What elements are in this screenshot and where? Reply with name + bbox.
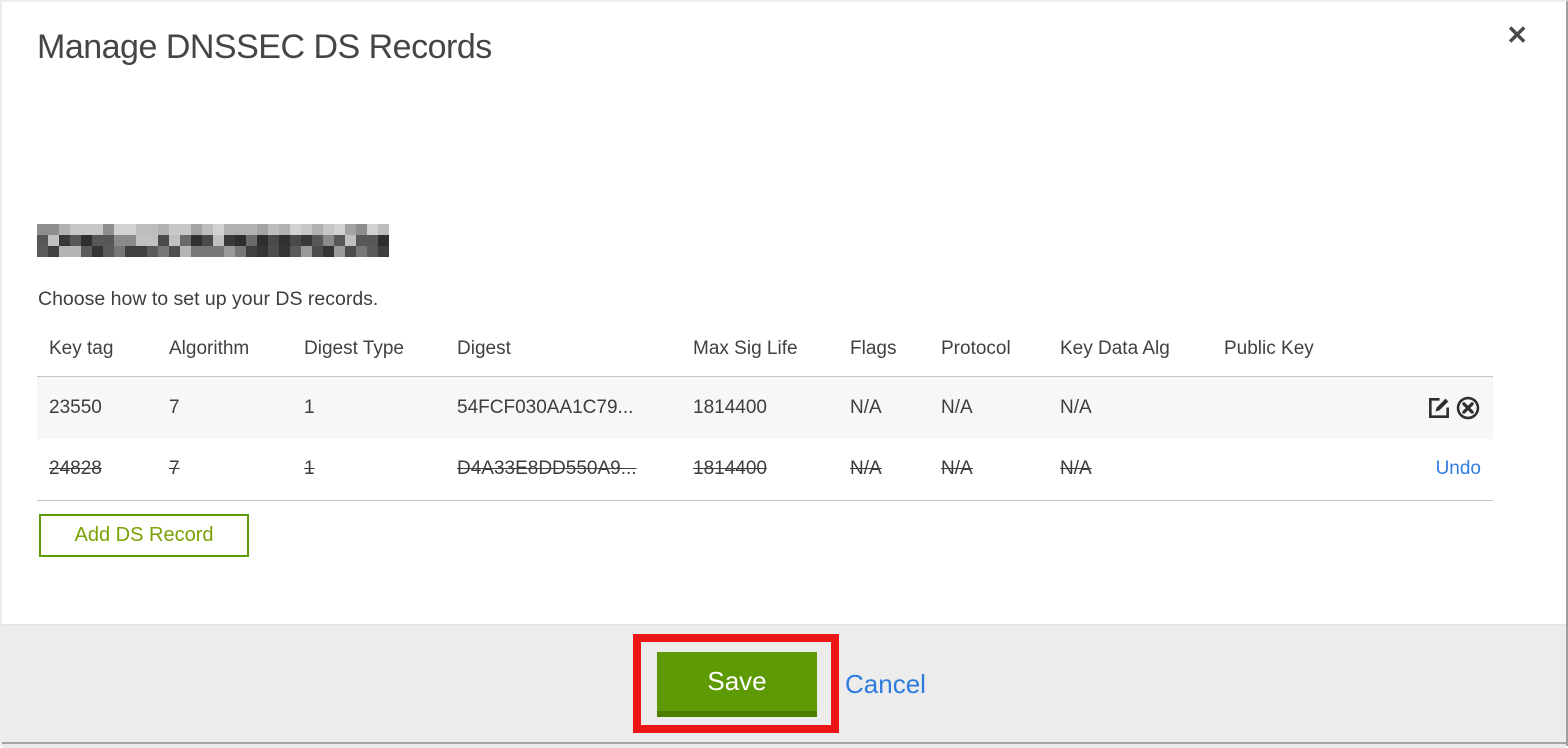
column-header: Digest bbox=[457, 338, 511, 359]
edit-icon[interactable] bbox=[1426, 395, 1452, 421]
table-cell bbox=[1212, 439, 1352, 501]
table-cell: 24828 bbox=[49, 458, 102, 480]
table-cell bbox=[1212, 377, 1352, 439]
table-row: 24828 7 1 D4A33E8DD550A9... 1814400 N/A N/A N/A… bbox=[37, 439, 1493, 501]
table-cell: 23550 bbox=[49, 396, 102, 418]
column-header: Public Key bbox=[1224, 338, 1314, 359]
table-cell: 7 bbox=[169, 396, 180, 418]
column-header: Key Data Alg bbox=[1060, 338, 1170, 359]
row-actions: Undo bbox=[1352, 439, 1493, 501]
table-cell: 1 bbox=[304, 458, 315, 480]
ds-records-table-wrap: Key tag Algorithm Digest Type Digest Max Sig… bbox=[37, 328, 1493, 501]
table-header-row: Key tag Algorithm Digest Type Digest Max Sig… bbox=[37, 328, 1493, 377]
column-header: Key tag bbox=[49, 338, 114, 359]
add-ds-record-button[interactable]: Add DS Record bbox=[39, 514, 249, 557]
table-cell: N/A bbox=[850, 458, 882, 480]
column-header: Max Sig Life bbox=[693, 338, 798, 359]
row-actions bbox=[1352, 377, 1493, 439]
table-cell: N/A bbox=[941, 458, 973, 480]
page-title: Manage DNSSEC DS Records bbox=[37, 28, 492, 66]
column-header: Digest Type bbox=[304, 338, 404, 359]
table-cell: D4A33E8DD550A9... bbox=[457, 458, 637, 480]
table-cell: N/A bbox=[941, 396, 973, 418]
redacted-domain-name bbox=[37, 224, 389, 257]
cancel-link[interactable]: Cancel bbox=[845, 669, 926, 700]
undo-link[interactable]: Undo bbox=[1436, 458, 1481, 479]
manage-dnssec-modal: { "modal": { "title": "Manage DNSSEC DS … bbox=[0, 0, 1568, 748]
page-below-modal bbox=[2, 744, 1566, 748]
table-row: 23550 7 1 54FCF030AA1C79... 1814400 N/A N/A N/A bbox=[37, 376, 1493, 439]
column-header: Protocol bbox=[941, 338, 1011, 359]
table-cell: 1 bbox=[304, 396, 315, 418]
table-cell: 1814400 bbox=[693, 458, 767, 480]
close-icon[interactable]: ✕ bbox=[1506, 22, 1528, 48]
table-cell: 54FCF030AA1C79... bbox=[457, 396, 634, 418]
table-cell: N/A bbox=[850, 396, 882, 418]
save-button[interactable]: Save bbox=[657, 652, 817, 717]
column-header: Algorithm bbox=[169, 338, 250, 359]
table-cell: 7 bbox=[169, 458, 180, 480]
column-header: Flags bbox=[850, 338, 897, 359]
table-cell: 1814400 bbox=[693, 396, 767, 418]
ds-records-table: Key tag Algorithm Digest Type Digest Max Sig… bbox=[37, 328, 1493, 501]
table-cell: N/A bbox=[1060, 458, 1092, 480]
delete-icon[interactable] bbox=[1455, 395, 1481, 421]
intro-text: Choose how to set up your DS records. bbox=[38, 288, 379, 310]
table-cell: N/A bbox=[1060, 396, 1092, 418]
